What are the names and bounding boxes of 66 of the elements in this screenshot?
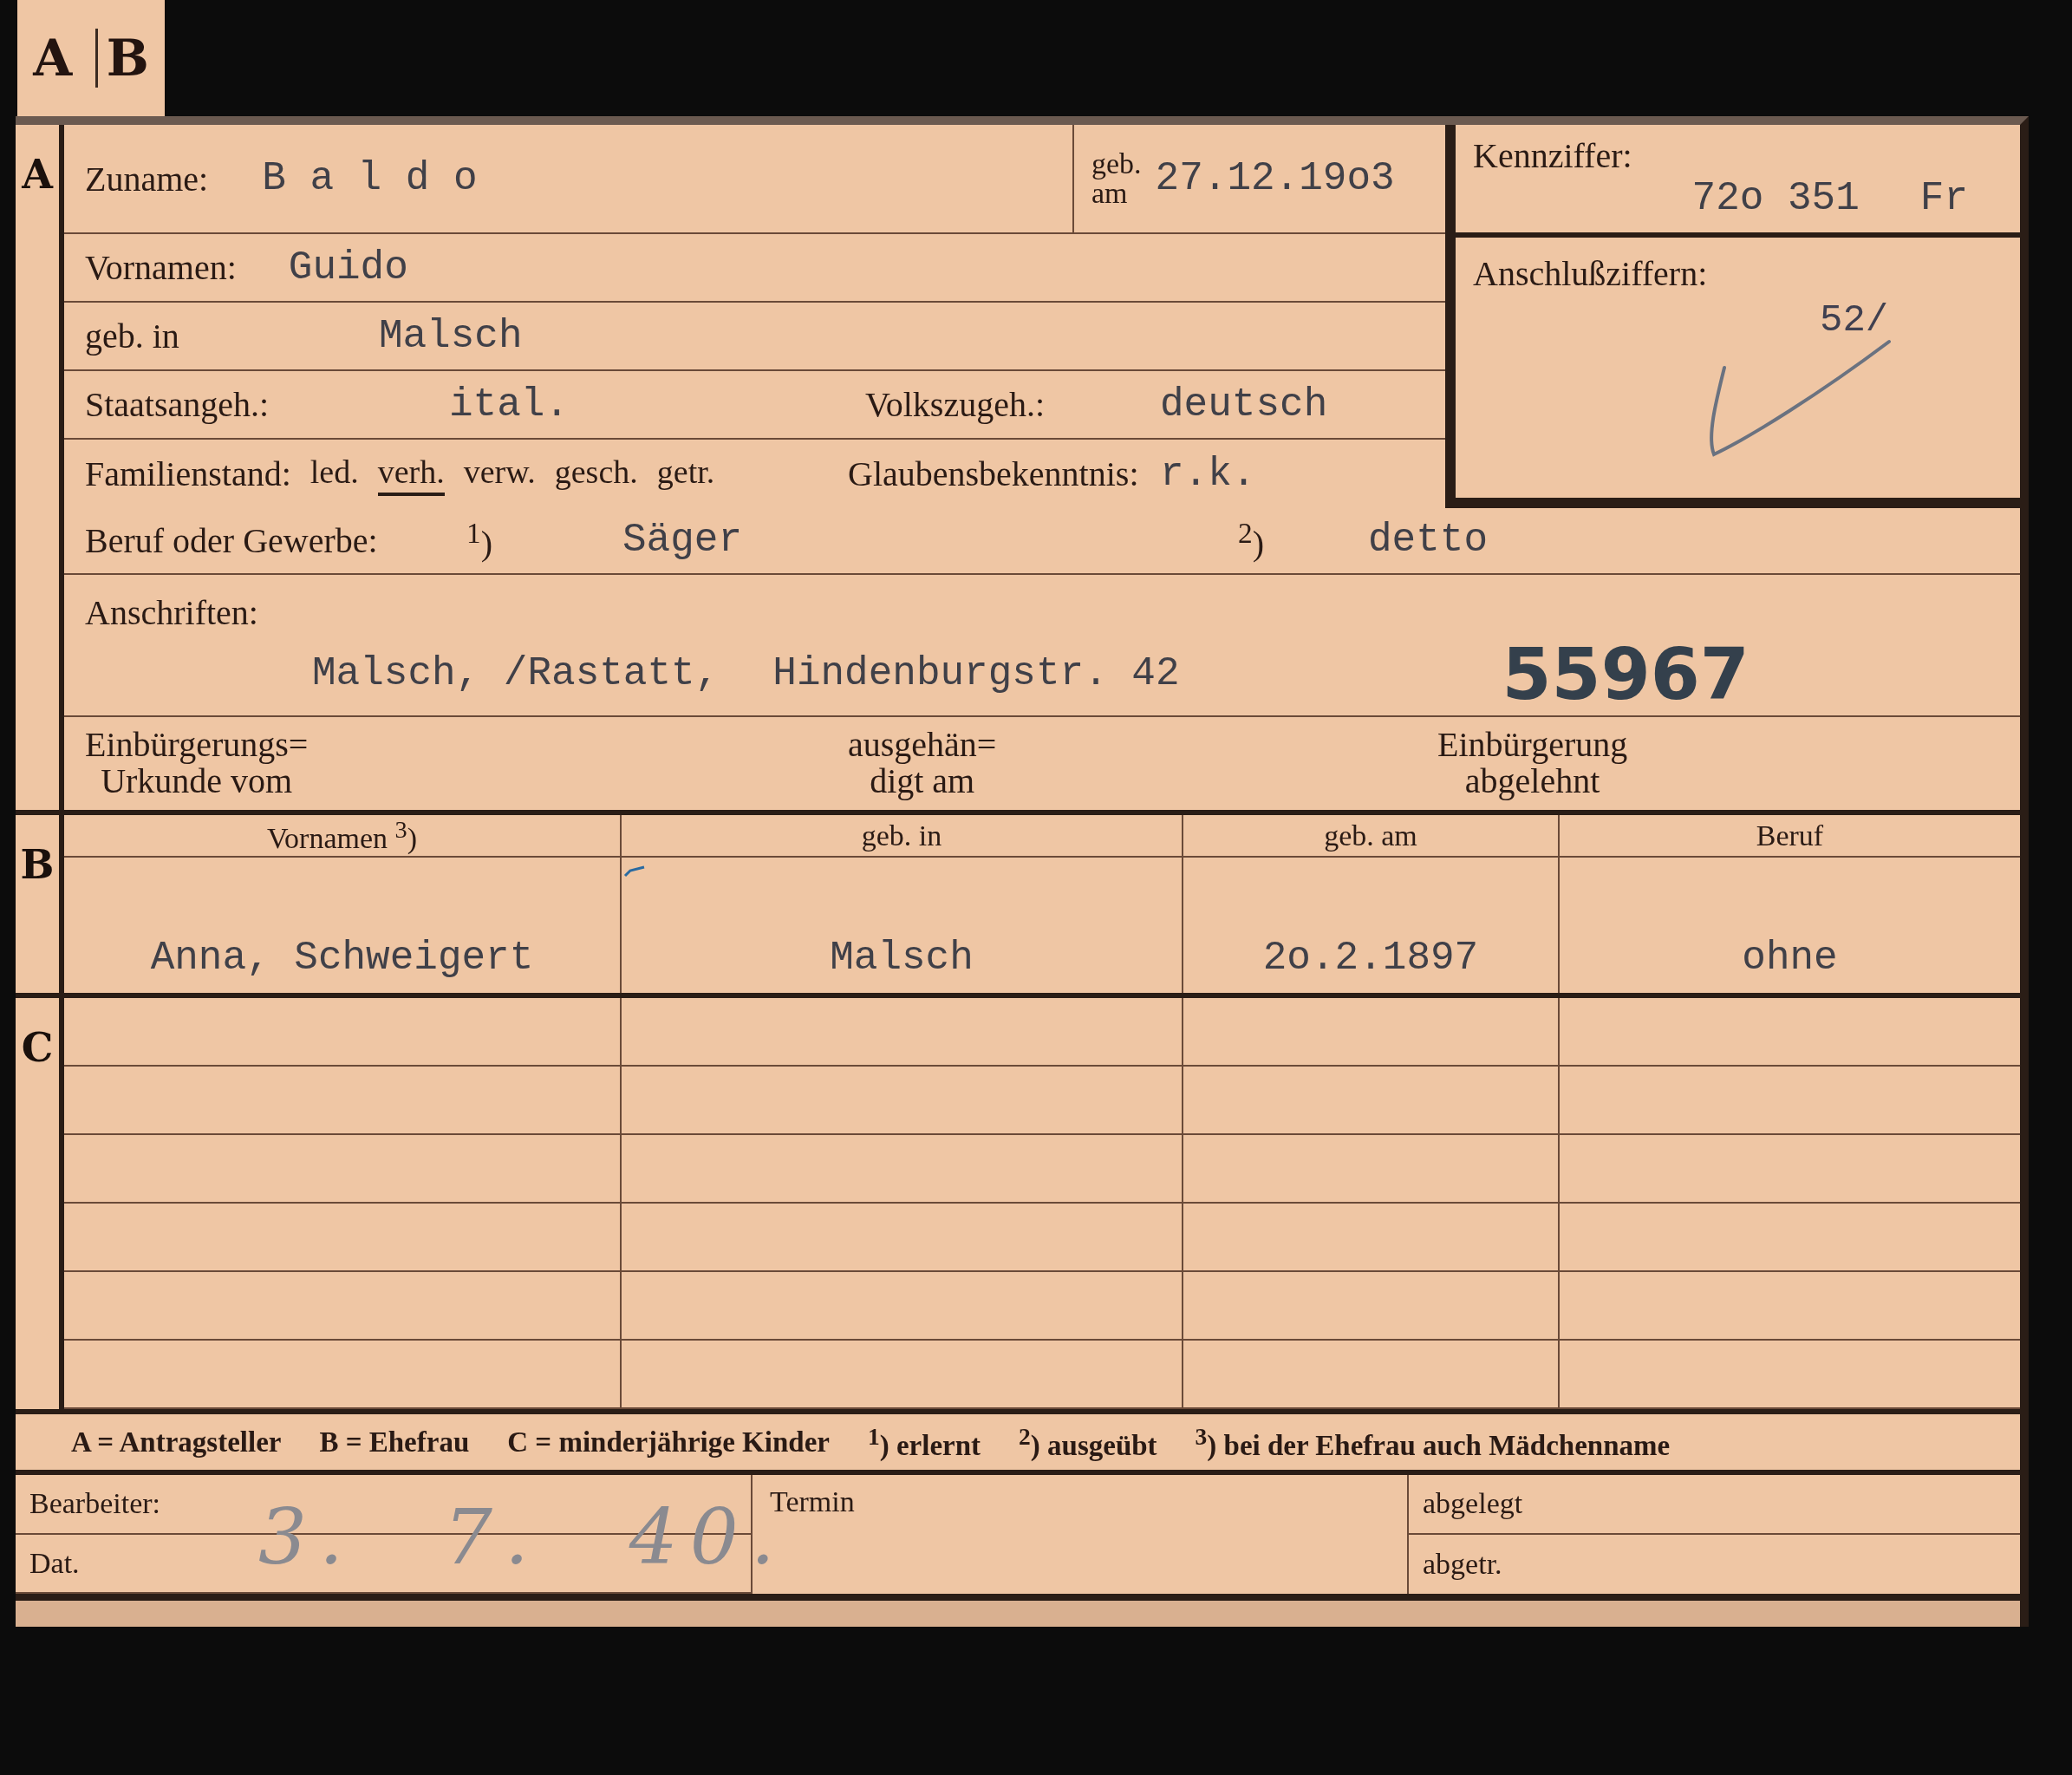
- field-label: geb. in: [85, 316, 179, 356]
- field-label: Termin: [770, 1485, 856, 1518]
- table-cell: 2o.2.1897: [1262, 936, 1479, 981]
- field-value: 72o 351: [1691, 176, 1860, 221]
- column-header: Vornamen $^{3}$): [266, 815, 418, 856]
- field-value: 27.12.19o3: [1155, 156, 1395, 201]
- marital-option: getr.: [656, 452, 715, 496]
- marital-option: verw.: [463, 452, 536, 496]
- marital-option: gesch.: [554, 452, 638, 496]
- address-text: Hindenburgstr. 42: [772, 651, 1180, 697]
- field-value: Malsch: [378, 313, 523, 359]
- stamped-number: 55967: [1502, 632, 1749, 715]
- legend-text: $^{2}$) ausgeübt: [1019, 1422, 1157, 1462]
- field-value: Säger: [622, 518, 744, 564]
- marital-option: verh.: [377, 452, 445, 496]
- field-label: Urkunde vom: [101, 763, 293, 800]
- handwritten-number: 52/: [1820, 298, 1889, 342]
- field-label: abgelehnt: [1464, 763, 1600, 800]
- field-label: Einbürgerungs=: [85, 727, 309, 764]
- column-header: geb. am: [1324, 819, 1417, 852]
- field-label: Glaubensbekenntnis:: [848, 454, 1140, 494]
- address-text: Malsch, /Rastatt,: [312, 651, 720, 697]
- legend-text: B = Ehefrau: [319, 1426, 470, 1459]
- field-value: Fr: [1919, 176, 1968, 221]
- table-cell: Anna, Schweigert: [150, 936, 534, 981]
- field-label: geb.: [1091, 149, 1142, 179]
- column-header: geb. in: [861, 819, 942, 852]
- footnote-mark: $^{1}$): [466, 517, 493, 564]
- field-label: Kennziffer:: [1473, 135, 1633, 176]
- tab-letter: B: [94, 29, 158, 88]
- field-label: Zuname:: [85, 158, 209, 199]
- table-cell: Malsch: [830, 936, 974, 981]
- field-label: Beruf oder Gewerbe:: [85, 519, 379, 561]
- field-value: ital.: [449, 382, 570, 427]
- table-cell: ohne: [1742, 936, 1838, 981]
- field-label: abgelegt: [1423, 1487, 1523, 1521]
- field-label: Anschlußziffern:: [1473, 254, 1708, 293]
- marital-option: led.: [309, 452, 359, 496]
- field-label: Bearbeiter:: [29, 1487, 161, 1521]
- field-label: abgetr.: [1423, 1547, 1502, 1581]
- field-label: Volkszugeh.:: [865, 384, 1046, 425]
- field-label: Familienstand:: [85, 454, 291, 494]
- tab-letter: A: [31, 29, 74, 88]
- footnote-mark: $^{2}$): [1238, 517, 1265, 564]
- field-label: Einbürgerung: [1437, 727, 1628, 764]
- legend-text: $^{1}$) erlernt: [867, 1422, 981, 1462]
- column-header: Beruf: [1756, 819, 1824, 852]
- section-letter: C: [21, 1024, 54, 1071]
- field-label: am: [1091, 179, 1128, 208]
- field-label: ausgehän=: [848, 727, 997, 764]
- field-value: deutsch: [1160, 382, 1329, 427]
- field-label: Staatsangeh.:: [85, 384, 270, 425]
- legend-text: $^{3}$) bei der Ehefrau auch Mädchenname: [1195, 1422, 1671, 1462]
- field-label: Anschriften:: [85, 591, 258, 633]
- field-value: B a l d o: [262, 156, 478, 201]
- field-label: Dat.: [29, 1546, 80, 1580]
- legend-text: A = Antragsteller: [71, 1426, 282, 1459]
- field-label: digt am: [870, 763, 975, 800]
- field-value: detto: [1368, 518, 1489, 564]
- legend-text: C = minderjährige Kinder: [507, 1426, 830, 1459]
- section-letter: B: [20, 841, 55, 888]
- tick-mark-icon: [623, 865, 646, 878]
- section-letter: A: [22, 151, 53, 198]
- field-value: Guido: [288, 245, 408, 290]
- field-label: Vornamen:: [85, 247, 237, 288]
- field-value: r.k.: [1160, 451, 1257, 497]
